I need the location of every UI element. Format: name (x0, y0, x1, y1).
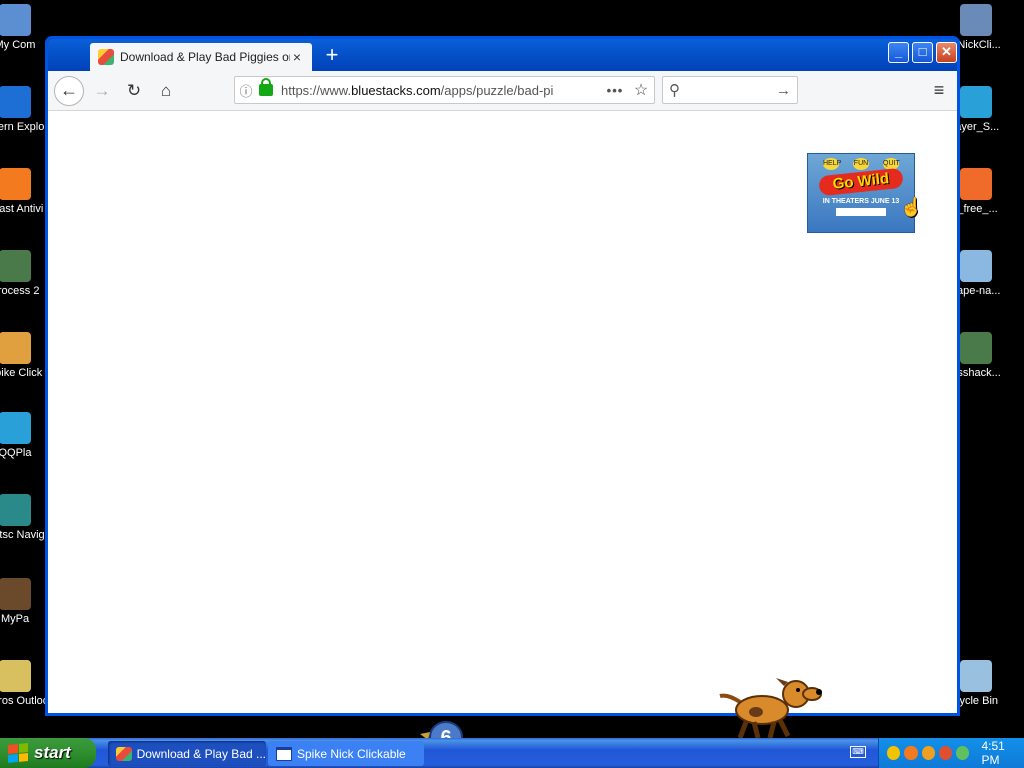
reload-button[interactable]: ↻ (120, 77, 148, 105)
left-desktop-icon-4[interactable]: Spike Click (0, 332, 50, 379)
title-bar[interactable]: Download & Play Bad Piggies on P( × + _ … (48, 39, 957, 71)
maximize-button[interactable]: □ (912, 42, 933, 63)
taskbar-item-label: Download & Play Bad ... (136, 746, 266, 761)
mypal-icon (0, 578, 31, 610)
search-icon: ⚲ (669, 82, 680, 99)
app-tray-icon[interactable] (938, 746, 953, 760)
desktop-icon-label: Spike Click (0, 367, 43, 379)
netscape-icon (0, 494, 31, 526)
keyboard-language-icon[interactable]: ⌨ (850, 746, 866, 758)
ad-subline: IN THEATERS JUNE 13 (822, 198, 900, 205)
ad-headline: Go Wild (818, 167, 904, 197)
forward-button[interactable]: → (88, 77, 116, 105)
window-task-icon (276, 746, 292, 761)
outlook-icon (0, 660, 31, 692)
left-desktop-icon-1[interactable]: Intern Explo (0, 86, 50, 133)
search-tray-icon[interactable] (921, 746, 935, 760)
system-tray: 4:51 PM (878, 738, 1024, 768)
tab-close-icon[interactable]: × (290, 49, 304, 65)
shortcut-icon (960, 4, 992, 36)
hamburger-menu-icon[interactable]: ≡ (926, 77, 952, 103)
hand-cursor-icon: ☝ (900, 197, 923, 217)
taskbar: start Download & Play Bad ... Spike Nick… (0, 738, 1024, 768)
avast-icon (0, 168, 31, 200)
url-text[interactable]: https://www.bluestacks.com/apps/puzzle/b… (277, 83, 602, 98)
monitor-icon (960, 332, 992, 364)
player-icon (960, 86, 992, 118)
url-domain: bluestacks.com (351, 82, 441, 98)
close-button[interactable]: ✕ (936, 42, 957, 63)
new-tab-button[interactable]: + (320, 44, 344, 68)
url-prefix: https://www. (281, 82, 352, 98)
windows-flag-icon (8, 742, 28, 764)
clock: 4:51 PM (981, 739, 1005, 767)
page-content: HELP FUN QUIT Go Wild IN THEATERS JUNE 1… (48, 111, 957, 713)
desktop: My Com Intern Explo Avast Antivi Process 2 S… (0, 0, 1024, 768)
ad-link: HELP (823, 158, 841, 170)
search-go-icon[interactable]: → (776, 82, 791, 99)
tab-bad-piggies[interactable]: Download & Play Bad Piggies on P( × (90, 43, 312, 71)
ad-logos (836, 208, 886, 216)
bluestacks-task-icon (116, 746, 132, 761)
desktop-icon-label: Micros Outloo (0, 695, 49, 707)
go-wild-ad[interactable]: HELP FUN QUIT Go Wild IN THEATERS JUNE 1… (807, 153, 915, 233)
desktop-icon-label: My Com (0, 39, 36, 51)
bookmark-star-icon[interactable]: ☆ (628, 80, 654, 100)
network-tray-icon[interactable] (956, 746, 970, 760)
address-bar[interactable]: ⓘ https://www.bluestacks.com/apps/puzzle… (234, 76, 655, 104)
desktop-icon-label: MyPa (0, 613, 30, 625)
navigation-toolbar: ← → ↻ ⌂ ⓘ https://www.bluestacks.com/app… (48, 71, 957, 111)
spike-icon (0, 332, 31, 364)
tab-title: Download & Play Bad Piggies on P( (120, 50, 290, 64)
left-desktop-icon-6[interactable]: Netsc Navig (0, 494, 50, 541)
recycle-bin-icon (960, 660, 992, 692)
desktop-icon-label: QQPla (0, 447, 32, 459)
my-computer-icon (0, 4, 31, 36)
avast-tray-icon[interactable] (904, 746, 918, 760)
left-desktop-icon-8[interactable]: Micros Outloo (0, 660, 50, 707)
site-info-icon[interactable]: ⓘ (235, 81, 257, 100)
start-button[interactable]: start (0, 738, 96, 768)
search-box[interactable]: ⚲ → (662, 76, 798, 104)
minimize-button[interactable]: _ (888, 42, 909, 63)
ad-link: FUN (853, 158, 869, 170)
left-desktop-icon-7[interactable]: MyPa (0, 578, 50, 625)
url-path: /apps/puzzle/bad-pi (440, 82, 554, 98)
left-desktop-icon-2[interactable]: Avast Antivi (0, 168, 50, 215)
desktop-icon-label: Process 2 (0, 285, 40, 297)
left-desktop-icon-5[interactable]: QQPla (0, 412, 50, 459)
cd-icon (960, 250, 992, 282)
ad-top-links: HELP FUN QUIT (808, 158, 914, 170)
browser-window: Download & Play Bad Piggies on P( × + _ … (45, 36, 960, 716)
free-app-icon (960, 168, 992, 200)
qqplayer-icon (0, 412, 31, 444)
process-icon (0, 250, 31, 282)
taskbar-item-spike[interactable]: Spike Nick Clickable (268, 741, 424, 766)
back-button[interactable]: ← (54, 76, 84, 106)
left-desktop-icon-3[interactable]: Process 2 (0, 250, 50, 297)
lock-icon (259, 78, 273, 96)
security-shield-icon[interactable] (887, 746, 901, 760)
page-actions-icon[interactable]: ••• (602, 83, 628, 98)
desktop-icon-label: Avast Antivi (0, 203, 44, 215)
left-desktop-icon-0[interactable]: My Com (0, 4, 50, 51)
taskbar-item-browser[interactable]: Download & Play Bad ... (108, 741, 266, 766)
home-button[interactable]: ⌂ (152, 77, 180, 105)
bluestacks-favicon-icon (98, 49, 114, 65)
internet-explorer-icon (0, 86, 31, 118)
dog-mascot-icon (719, 678, 822, 739)
taskbar-item-label: Spike Nick Clickable (297, 746, 406, 761)
start-label: start (34, 743, 71, 762)
desktop-icon-label: Intern Explo (0, 121, 45, 133)
desktop-icon-label: Netsc Navig (0, 529, 45, 541)
